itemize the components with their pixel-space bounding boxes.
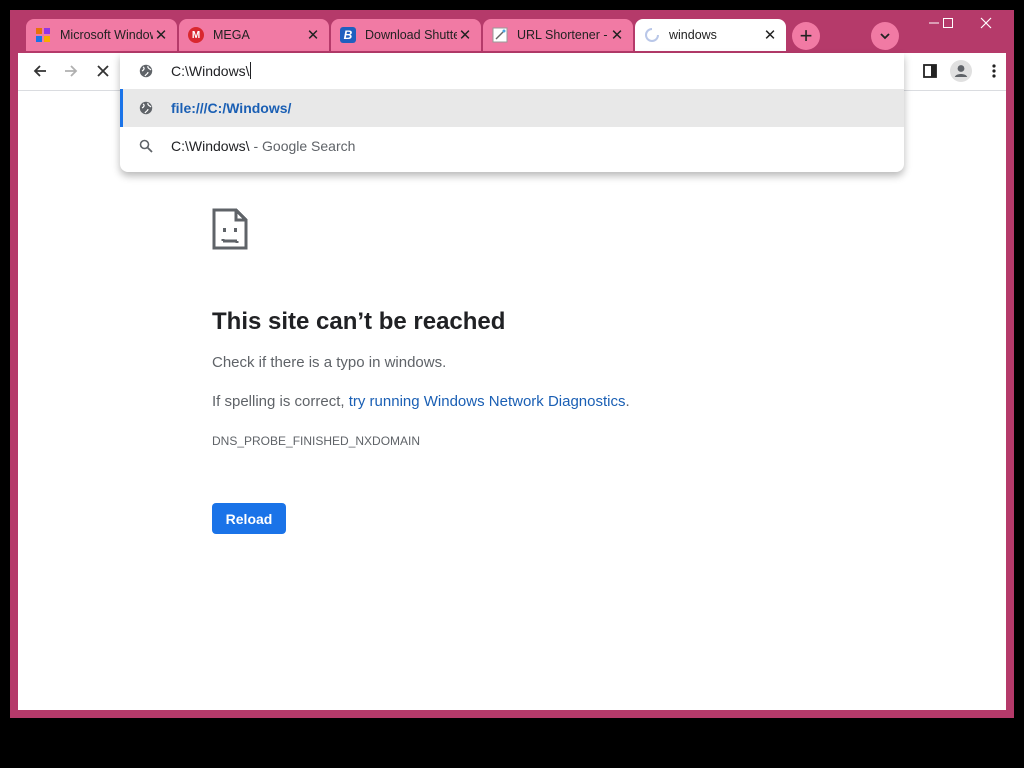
menu-button[interactable] [980, 57, 1008, 85]
close-icon[interactable]: ✕ [762, 27, 778, 44]
tab-windows[interactable]: windows ✕ [635, 19, 786, 51]
network-diagnostics-link[interactable]: try running Windows Network Diagnostics [349, 393, 626, 410]
close-icon[interactable]: ✕ [305, 27, 321, 44]
tab-mega[interactable]: M MEGA ✕ [179, 19, 329, 51]
stop-icon [97, 65, 109, 77]
back-button[interactable] [26, 57, 54, 85]
tab-title: windows [669, 28, 717, 42]
close-window-button[interactable] [971, 14, 1001, 32]
forward-button[interactable] [57, 57, 85, 85]
back-icon [33, 65, 46, 77]
search-query: C:\Windows\ [171, 138, 250, 154]
close-window-icon [980, 17, 992, 29]
title-bar: Microsoft Windows ✕ M MEGA ✕ B Download … [10, 10, 1014, 53]
search-icon [138, 138, 154, 154]
page-title: This site can’t be reached [212, 308, 506, 335]
b-icon: B [339, 26, 357, 44]
forward-icon [65, 65, 78, 77]
suggestion-search-text: C:\Windows\ - Google Search [171, 138, 355, 154]
page-content: This site can’t be reached Check if ther… [18, 91, 1006, 710]
loading-spinner-icon [643, 26, 661, 44]
error-line-2-suffix: . [625, 393, 630, 410]
error-line-2-prefix: If spelling is correct, [212, 393, 349, 410]
text-cursor [250, 62, 251, 79]
reload-button[interactable]: Reload [212, 503, 286, 534]
address-input[interactable]: C:\Windows\ [171, 63, 250, 79]
stop-button[interactable] [89, 57, 117, 85]
error-line-2: If spelling is correct, try running Wind… [212, 393, 630, 410]
omnibox-suggestion-search[interactable]: C:\Windows\ - Google Search [120, 127, 904, 165]
tab-download-shutter[interactable]: B Download Shutter ✕ [331, 19, 481, 51]
sad-page-icon [212, 208, 248, 255]
suggestion-url-text: file:///C:/Windows/ [171, 100, 292, 116]
error-line-1: Check if there is a typo in windows. [212, 354, 447, 371]
mega-icon: M [187, 26, 205, 44]
close-icon[interactable]: ✕ [153, 27, 169, 44]
globe-icon [138, 100, 154, 116]
url-icon [491, 26, 509, 44]
close-icon[interactable]: ✕ [609, 27, 625, 44]
new-tab-button[interactable]: + [792, 22, 820, 50]
google-cloud-icon [34, 26, 52, 44]
tab-url-shortener[interactable]: URL Shortener - ✕ [483, 19, 633, 51]
maximize-button[interactable] [933, 14, 963, 32]
tab-title: Microsoft Windows [60, 28, 153, 42]
tab-microsoft-windows[interactable]: Microsoft Windows ✕ [26, 19, 177, 51]
tab-search-icon [880, 33, 890, 40]
globe-icon [138, 63, 154, 79]
error-code: DNS_PROBE_FINISHED_NXDOMAIN [212, 434, 421, 448]
side-panel-icon [923, 64, 937, 78]
tab-title: MEGA [213, 28, 250, 42]
profile-button[interactable] [947, 57, 975, 85]
close-icon[interactable]: ✕ [457, 27, 473, 44]
omnibox-input-row[interactable]: C:\Windows\ [120, 53, 904, 89]
omnibox-dropdown: C:\Windows\ file:///C:/Windows/ C:\Windo… [120, 53, 904, 172]
selection-indicator [120, 89, 123, 127]
maximize-icon [943, 18, 953, 28]
search-suffix: - Google Search [249, 138, 356, 154]
tab-search-button[interactable] [871, 22, 899, 50]
profile-icon [950, 60, 972, 82]
new-tab-icon: + [799, 23, 813, 48]
omnibox-suggestion-url[interactable]: file:///C:/Windows/ [120, 89, 904, 127]
menu-icon [992, 64, 996, 78]
tab-title: URL Shortener - [517, 28, 608, 42]
tab-title: Download Shutter [365, 28, 457, 42]
browser-window: Microsoft Windows ✕ M MEGA ✕ B Download … [10, 10, 1014, 718]
side-panel-button[interactable] [916, 57, 944, 85]
